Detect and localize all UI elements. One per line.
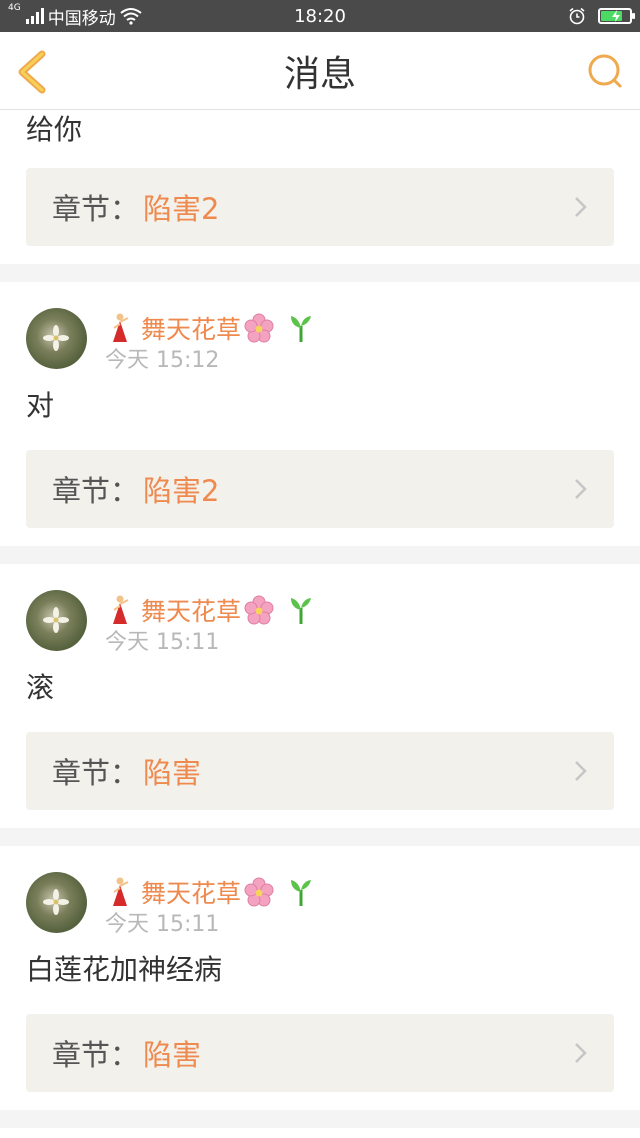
chapter-link[interactable]: 章节： 陷害2 [26, 168, 614, 246]
alarm-icon [569, 7, 585, 25]
separator [0, 1110, 640, 1128]
network-tag: 4G [8, 2, 21, 13]
message-card: 给你 章节： 陷害2 [0, 110, 640, 264]
message-text: 给你 [26, 113, 83, 146]
dancer-emoji-icon [113, 877, 129, 906]
cherry-blossom-icon [244, 877, 274, 907]
message-time: 今天 15:11 [105, 630, 220, 655]
seedling-icon [291, 880, 312, 906]
cherry-blossom-icon [244, 313, 274, 343]
chapter-link[interactable]: 章节： 陷害 [26, 732, 614, 810]
avatar[interactable] [26, 308, 87, 369]
flower-icon [43, 607, 69, 633]
message-time: 今天 15:12 [105, 348, 220, 373]
status-left: 4G 中国移动 [8, 2, 142, 29]
seedling-icon [291, 316, 312, 342]
message-card: 舞天花草 今天 15:11 白莲花加神经病 章节： 陷害 [0, 846, 640, 1110]
chapter-name: 陷害2 [143, 192, 220, 226]
back-button[interactable] [14, 50, 54, 94]
separator [0, 264, 640, 282]
chevron-right-icon [575, 1043, 587, 1063]
chapter-label: 章节： [52, 474, 140, 508]
dancer-emoji-icon [113, 313, 129, 342]
message-time: 今天 15:11 [105, 912, 220, 937]
wifi-icon [120, 8, 142, 25]
message-card: 舞天花草 今天 15:12 对 章节： 陷害2 [0, 282, 640, 546]
message-feed[interactable]: 给你 章节： 陷害2 舞天花草 今天 15:12 对 章节： 陷害2 舞天花草 … [0, 110, 640, 1128]
chevron-left-icon [18, 50, 46, 94]
chapter-label: 章节： [52, 756, 140, 790]
cherry-blossom-icon [244, 595, 274, 625]
seedling-icon [291, 598, 312, 624]
flower-icon [43, 325, 69, 351]
user-name[interactable]: 舞天花草 [141, 874, 241, 910]
message-card: 舞天花草 今天 15:11 滚 章节： 陷害 [0, 564, 640, 828]
status-bar: 4G 中国移动 18:20 [0, 0, 640, 32]
search-button[interactable] [586, 52, 626, 92]
carrier-label: 中国移动 [47, 8, 116, 29]
chevron-right-icon [575, 197, 587, 217]
avatar[interactable] [26, 872, 87, 933]
message-header: 舞天花草 今天 15:11 [26, 564, 614, 664]
user-name[interactable]: 舞天花草 [141, 310, 241, 346]
chapter-label: 章节： [52, 1038, 140, 1072]
message-header: 舞天花草 今天 15:11 [26, 846, 614, 946]
chevron-right-icon [575, 479, 587, 499]
battery-charging-icon [598, 8, 635, 24]
message-text: 对 [26, 389, 55, 422]
message-text: 白莲花加神经病 [26, 953, 223, 986]
chevron-right-icon [575, 761, 587, 781]
status-right [568, 7, 635, 25]
chapter-label: 章节： [52, 192, 140, 226]
search-icon [588, 54, 622, 88]
chapter-link[interactable]: 章节： 陷害2 [26, 450, 614, 528]
page-title: 消息 [283, 53, 356, 95]
user-name[interactable]: 舞天花草 [141, 592, 241, 628]
chapter-name: 陷害2 [143, 474, 220, 508]
nav-bar: 消息 [0, 32, 640, 110]
message-header: 舞天花草 今天 15:12 [26, 282, 614, 382]
avatar[interactable] [26, 590, 87, 651]
separator [0, 546, 640, 564]
chapter-link[interactable]: 章节： 陷害 [26, 1014, 614, 1092]
separator [0, 828, 640, 846]
message-text: 滚 [26, 671, 55, 704]
signal-icon [25, 8, 44, 24]
chapter-name: 陷害 [143, 756, 202, 790]
chapter-name: 陷害 [143, 1038, 202, 1072]
dancer-emoji-icon [113, 595, 129, 624]
flower-icon [43, 889, 69, 915]
